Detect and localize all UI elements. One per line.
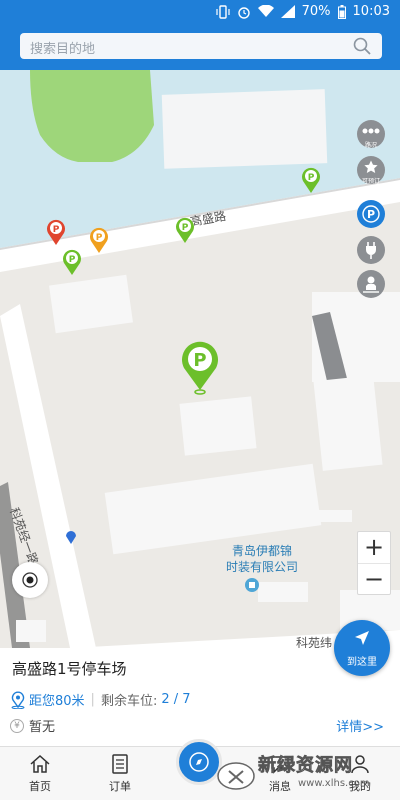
- divider: |: [90, 692, 95, 707]
- svg-text:P: P: [193, 350, 206, 371]
- navigate-label: 到这里: [347, 657, 377, 668]
- parking-pin-red[interactable]: P: [46, 218, 66, 250]
- search-icon[interactable]: [352, 36, 372, 60]
- watermark-url: www.xlhs.com: [298, 778, 370, 789]
- watermark-title: 新绿资源网: [258, 755, 353, 777]
- remaining-spaces: 2 / 7: [161, 692, 191, 707]
- parking-pin-selected[interactable]: P: [180, 340, 220, 400]
- parking-stats-row: 距您80米 | 剩余车位: 2 / 7: [10, 690, 191, 709]
- zoom-in-button[interactable]: +: [358, 532, 390, 564]
- zoom-controls: + −: [357, 531, 391, 595]
- distance-text: 距您80米: [29, 694, 85, 709]
- svg-text:P: P: [367, 208, 375, 221]
- header: 搜索目的地: [0, 24, 400, 70]
- watermark-logo: [217, 762, 255, 790]
- map-view[interactable]: 高盛路 科苑经一路 科苑纬 青岛伊都锦 时装有限公司 P P P P P P 路…: [0, 70, 400, 648]
- battery-icon: [337, 4, 346, 19]
- status-bar: 70% 10:03: [0, 0, 400, 24]
- parking-pin-green[interactable]: P: [175, 216, 195, 248]
- parking-lot-name: 高盛路1号停车场: [12, 660, 127, 678]
- navigate-here-button[interactable]: 到这里: [334, 620, 390, 676]
- poi-label[interactable]: 青岛伊都锦 时装有限公司: [222, 543, 302, 593]
- charging-filter-button[interactable]: [357, 236, 385, 264]
- traffic-icon: [362, 128, 380, 134]
- road-label-keyuan-bottom: 科苑纬: [296, 636, 333, 648]
- search-placeholder: 搜索目的地: [30, 42, 96, 57]
- poi-name-line1: 青岛伊都锦: [231, 544, 292, 558]
- battery-percent: 70%: [301, 4, 331, 19]
- vibrate-icon: [216, 4, 230, 19]
- tab-orders[interactable]: 订单: [90, 753, 150, 794]
- poi-name-line2: 时装有限公司: [225, 560, 298, 574]
- traffic-button[interactable]: 路况: [357, 120, 385, 149]
- parking-pin-orange[interactable]: P: [89, 226, 109, 258]
- parking-pin-green[interactable]: P: [62, 248, 82, 280]
- svg-text:P: P: [69, 255, 76, 265]
- svg-text:P: P: [308, 173, 315, 183]
- star-icon: [364, 160, 378, 173]
- svg-text:P: P: [96, 233, 103, 243]
- wifi-icon: [257, 5, 274, 17]
- remaining-label: 剩余车位:: [100, 694, 158, 709]
- tab-home[interactable]: 首页: [10, 753, 70, 794]
- compass-icon: [189, 752, 209, 772]
- orders-icon: [112, 754, 128, 774]
- zoom-out-button[interactable]: −: [358, 564, 390, 596]
- person-button[interactable]: [357, 270, 385, 298]
- navigation-arrow-icon: [355, 631, 369, 645]
- price-row: ¥ 暂无: [10, 716, 55, 735]
- person-icon: [363, 276, 379, 293]
- watermark: 新绿资源网 www.xlhs.com: [214, 748, 400, 798]
- parking-pin-green[interactable]: P: [301, 166, 321, 198]
- tab-home-label: 首页: [29, 780, 51, 793]
- home-icon: [30, 754, 50, 773]
- reservable-label: 可预订: [361, 178, 380, 185]
- poi-icon: [245, 578, 259, 592]
- alarm-icon: [237, 6, 250, 19]
- parking-filter-button[interactable]: P: [357, 200, 385, 228]
- details-link[interactable]: 详情>>: [336, 716, 384, 735]
- location-pin-icon: [11, 691, 25, 709]
- locate-me-button[interactable]: [12, 562, 48, 598]
- tab-orders-label: 订单: [109, 780, 131, 793]
- reservable-button[interactable]: 可预订: [357, 156, 385, 185]
- charging-icon: [366, 242, 376, 259]
- search-input[interactable]: 搜索目的地: [20, 33, 382, 59]
- signal-icon: [280, 5, 295, 18]
- parking-icon: P: [362, 205, 380, 223]
- price-icon: ¥: [10, 718, 24, 733]
- price-text: 暂无: [29, 720, 56, 735]
- target-icon: [22, 572, 38, 588]
- clock: 10:03: [352, 4, 390, 19]
- svg-text:P: P: [182, 223, 189, 233]
- user-location-marker: [65, 529, 77, 549]
- svg-text:P: P: [53, 225, 60, 235]
- traffic-label: 路况: [364, 142, 377, 149]
